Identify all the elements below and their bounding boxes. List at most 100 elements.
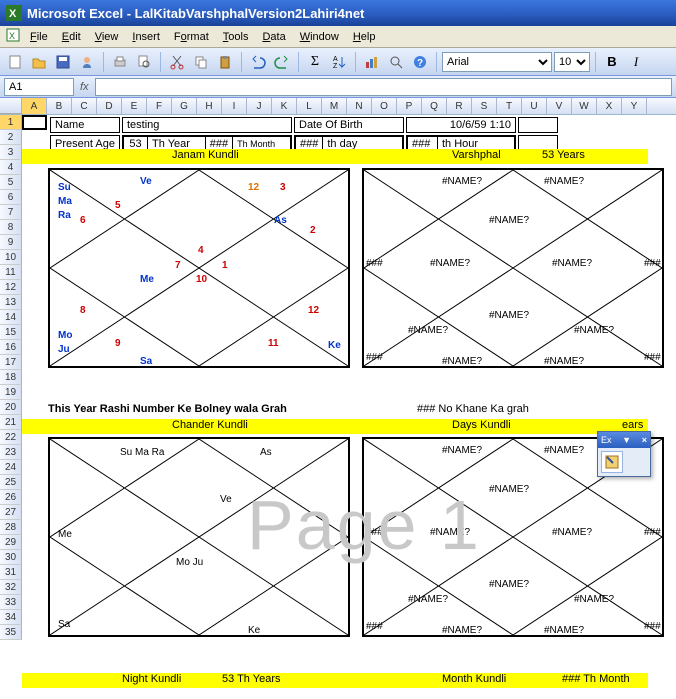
row-header[interactable]: 33 [0,595,22,610]
col-header[interactable]: O [372,98,397,114]
row-header[interactable]: 35 [0,625,22,640]
row-header[interactable]: 31 [0,565,22,580]
row-header[interactable]: 10 [0,250,22,265]
row-header[interactable]: 15 [0,325,22,340]
row-header[interactable]: 9 [0,235,22,250]
col-header[interactable]: C [72,98,97,114]
sort-button[interactable]: AZ [328,51,350,73]
row-header[interactable]: 28 [0,520,22,535]
print-button[interactable] [109,51,131,73]
bold-button[interactable]: B [601,51,623,73]
font-name-select[interactable]: Arial [442,52,552,72]
row-header[interactable]: 2 [0,130,22,145]
row-header[interactable]: 8 [0,220,22,235]
row-header[interactable]: 27 [0,505,22,520]
sheet-cells[interactable]: Name testing Date Of Birth 10/6/59 1:10 … [22,115,672,640]
col-header[interactable]: A [22,98,47,114]
menu-data[interactable]: Data [255,29,292,45]
col-header[interactable]: Q [422,98,447,114]
col-header[interactable]: L [297,98,322,114]
col-header[interactable]: B [47,98,72,114]
menu-insert[interactable]: Insert [125,29,167,45]
col-header[interactable]: N [347,98,372,114]
exit-design-mode-button[interactable] [601,451,623,473]
open-button[interactable] [28,51,50,73]
row-header[interactable]: 19 [0,385,22,400]
menu-view[interactable]: View [88,29,126,45]
col-header[interactable]: F [147,98,172,114]
col-header[interactable]: U [522,98,547,114]
row-header[interactable]: 30 [0,550,22,565]
row-header[interactable]: 22 [0,430,22,445]
menu-window[interactable]: Window [293,29,346,45]
row-header[interactable]: 34 [0,610,22,625]
close-icon[interactable]: × [642,435,647,445]
row-header[interactable]: 29 [0,535,22,550]
row-header[interactable]: 20 [0,400,22,415]
row-header[interactable]: 5 [0,175,22,190]
chart-button[interactable] [361,51,383,73]
row-header[interactable]: 11 [0,265,22,280]
menu-format[interactable]: Format [167,29,216,45]
menu-edit[interactable]: Edit [55,29,88,45]
help-button[interactable]: ? [409,51,431,73]
col-header[interactable]: K [272,98,297,114]
menu-tools[interactable]: Tools [216,29,256,45]
zoom-button[interactable] [385,51,407,73]
row-header[interactable]: 32 [0,580,22,595]
paste-button[interactable] [214,51,236,73]
col-header[interactable]: J [247,98,272,114]
row-header[interactable]: 1 [0,115,22,130]
redo-button[interactable] [271,51,293,73]
floating-toolbar[interactable]: Ex ▼ × [597,431,651,477]
col-header[interactable]: S [472,98,497,114]
col-header[interactable]: G [172,98,197,114]
row-header[interactable]: 17 [0,355,22,370]
italic-button[interactable]: I [625,51,647,73]
row-header[interactable]: 3 [0,145,22,160]
row-header[interactable]: 21 [0,415,22,430]
row-header[interactable]: 14 [0,310,22,325]
row-header[interactable]: 4 [0,160,22,175]
row-header[interactable]: 6 [0,190,22,205]
row-header[interactable]: 25 [0,475,22,490]
cut-button[interactable] [166,51,188,73]
spreadsheet-grid[interactable]: A B C D E F G H I J K L M N O P Q R S T … [0,98,676,699]
autosum-button[interactable]: Σ [304,51,326,73]
col-header[interactable]: E [122,98,147,114]
floating-toolbar-title[interactable]: Ex ▼ × [598,432,650,448]
row-header[interactable]: 16 [0,340,22,355]
menu-help[interactable]: Help [346,29,383,45]
select-all-corner[interactable] [0,98,22,114]
permission-button[interactable] [76,51,98,73]
active-cell[interactable] [22,115,47,130]
row-header[interactable]: 18 [0,370,22,385]
col-header[interactable]: X [597,98,622,114]
col-header[interactable]: M [322,98,347,114]
save-button[interactable] [52,51,74,73]
fx-icon[interactable]: fx [80,81,89,93]
col-header[interactable]: R [447,98,472,114]
copy-button[interactable] [190,51,212,73]
menu-file[interactable]: File [23,29,55,45]
row-header[interactable]: 13 [0,295,22,310]
col-header[interactable]: V [547,98,572,114]
col-header[interactable]: Y [622,98,647,114]
col-header[interactable]: H [197,98,222,114]
formula-input[interactable] [95,78,672,96]
new-button[interactable] [4,51,26,73]
row-header[interactable]: 26 [0,490,22,505]
col-header[interactable]: W [572,98,597,114]
col-header[interactable]: I [222,98,247,114]
row-header[interactable]: 7 [0,205,22,220]
row-header[interactable]: 12 [0,280,22,295]
row-header[interactable]: 24 [0,460,22,475]
col-header[interactable]: D [97,98,122,114]
font-size-select[interactable]: 10 [554,52,590,72]
undo-button[interactable] [247,51,269,73]
row-header[interactable]: 23 [0,445,22,460]
col-header[interactable]: P [397,98,422,114]
name-box[interactable] [4,78,74,96]
dropdown-icon[interactable]: ▼ [622,435,631,445]
preview-button[interactable] [133,51,155,73]
